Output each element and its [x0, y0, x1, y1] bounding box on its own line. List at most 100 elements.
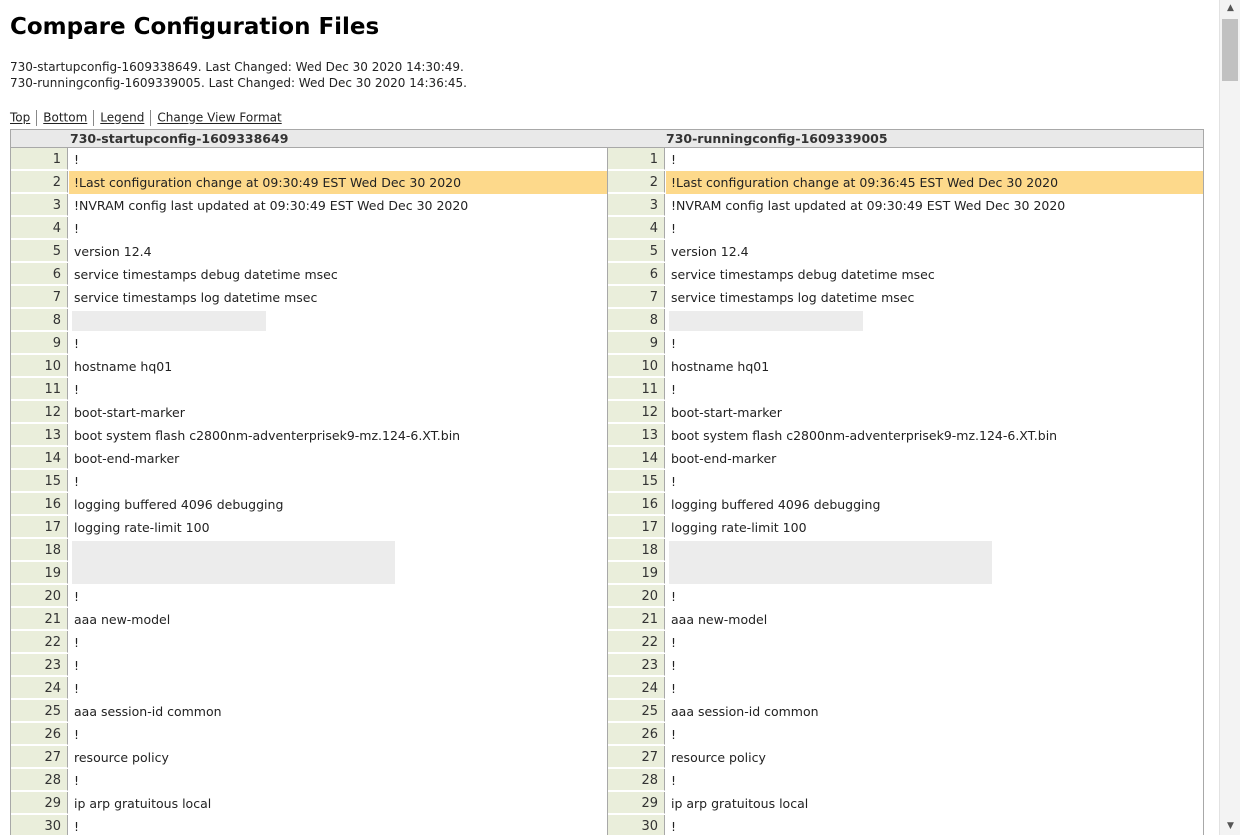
top-link[interactable]: Top	[10, 111, 30, 125]
redacted-block	[669, 311, 863, 331]
line-text: boot system flash c2800nm-adventerprisek…	[671, 428, 1058, 443]
vertical-scrollbar[interactable]: ▲ ▼	[1219, 0, 1240, 835]
line-text: resource policy	[74, 750, 169, 765]
line-text: !NVRAM config last updated at 09:30:49 E…	[671, 198, 1066, 213]
line-number: 23	[608, 654, 665, 676]
bottom-link[interactable]: Bottom	[43, 111, 87, 125]
diff-row: 28!	[11, 769, 607, 792]
line-text: service timestamps log datetime msec	[671, 290, 915, 305]
diff-row: 27 resource policy	[608, 746, 1203, 769]
diff-row: 23!	[11, 654, 607, 677]
diff-row: 27 resource policy	[11, 746, 607, 769]
diff-row: 10 hostname hq01	[608, 355, 1203, 378]
link-separator	[36, 110, 38, 126]
diff-row: 20!	[608, 585, 1203, 608]
diff-row: 21 aaa new-model	[11, 608, 607, 631]
line-number: 17	[608, 516, 665, 538]
line-text: !Last configuration change at 09:36:45 E…	[671, 175, 1059, 190]
line-text: !	[671, 221, 677, 236]
diff-row: 11!	[608, 378, 1203, 401]
line-text: !	[74, 773, 80, 788]
line-number: 2	[11, 171, 68, 193]
diff-row: 3 !NVRAM config last updated at 09:30:49 …	[11, 194, 607, 217]
line-number: 9	[608, 332, 665, 354]
line-number: 12	[608, 401, 665, 423]
line-text: boot-start-marker	[671, 405, 782, 420]
line-text: !	[74, 589, 80, 604]
diff-row: 1!	[11, 148, 607, 171]
line-text: !	[74, 819, 80, 834]
line-number: 1	[11, 148, 68, 170]
change-view-format-link[interactable]: Change View Format	[157, 111, 281, 125]
line-number: 5	[11, 240, 68, 262]
left-file-title: 730-startupconfig-1609338649	[70, 131, 289, 146]
right-file-meta: 730-runningconfig-1609339005. Last Chang…	[10, 76, 467, 90]
line-text: !	[671, 681, 677, 696]
line-text: aaa session-id common	[74, 704, 222, 719]
line-text: boot system flash c2800nm-adventerprisek…	[74, 428, 461, 443]
line-number: 16	[11, 493, 68, 515]
diff-row: 15!	[608, 470, 1203, 493]
diff-row: 22!	[11, 631, 607, 654]
diff-row: 13 boot system flash c2800nm-adventerpris…	[608, 424, 1203, 447]
diff-row: 25 aaa session-id common	[11, 700, 607, 723]
diff-row: 6 service timestamps debug datetime msec	[608, 263, 1203, 286]
diff-row: 13 boot system flash c2800nm-adventerpris…	[11, 424, 607, 447]
line-text: logging rate-limit 100	[74, 520, 210, 535]
diff-row: 10 hostname hq01	[11, 355, 607, 378]
diff-row: 6 service timestamps debug datetime msec	[11, 263, 607, 286]
line-text: service timestamps debug datetime msec	[671, 267, 935, 282]
line-text: !	[74, 382, 80, 397]
line-text: !	[74, 336, 80, 351]
line-text: boot-end-marker	[671, 451, 777, 466]
diff-row: 28!	[608, 769, 1203, 792]
line-text: aaa new-model	[74, 612, 171, 627]
scroll-down-icon[interactable]: ▼	[1220, 818, 1240, 835]
line-text: hostname hq01	[671, 359, 770, 374]
diff-row: 1!	[608, 148, 1203, 171]
right-file-title: 730-runningconfig-1609339005	[666, 131, 888, 146]
legend-link[interactable]: Legend	[100, 111, 144, 125]
line-number: 13	[11, 424, 68, 446]
line-text: !	[74, 727, 80, 742]
line-number: 14	[608, 447, 665, 469]
line-text: !	[671, 819, 677, 834]
line-number: 4	[11, 217, 68, 239]
diff-row: 24!	[608, 677, 1203, 700]
diff-row: 25 aaa session-id common	[608, 700, 1203, 723]
link-separator	[93, 110, 95, 126]
line-number: 18	[608, 539, 665, 561]
link-separator	[150, 110, 152, 126]
diff-row: 23!	[608, 654, 1203, 677]
line-number: 3	[608, 194, 665, 216]
line-text: !	[671, 336, 677, 351]
line-number: 5	[608, 240, 665, 262]
line-number: 6	[11, 263, 68, 285]
line-number: 21	[608, 608, 665, 630]
line-number: 27	[11, 746, 68, 768]
line-number: 20	[608, 585, 665, 607]
line-text: !	[74, 221, 80, 236]
line-number: 8	[11, 309, 68, 331]
redacted-block	[72, 541, 395, 584]
line-number: 11	[608, 378, 665, 400]
scrollbar-thumb[interactable]	[1222, 19, 1238, 81]
line-number: 30	[11, 815, 68, 835]
scroll-up-icon[interactable]: ▲	[1220, 0, 1240, 17]
diff-row: 7 service timestamps log datetime msec	[608, 286, 1203, 309]
line-number: 11	[11, 378, 68, 400]
diff-row: 14 boot-end-marker	[11, 447, 607, 470]
diff-row: 22!	[608, 631, 1203, 654]
line-text: hostname hq01	[74, 359, 173, 374]
line-text: !	[671, 589, 677, 604]
diff-row: 17 logging rate-limit 100	[608, 516, 1203, 539]
line-text: logging buffered 4096 debugging	[74, 497, 284, 512]
line-text: !	[74, 635, 80, 650]
line-text: ip arp gratuitous local	[671, 796, 809, 811]
line-text: !	[671, 635, 677, 650]
diff-row: 5 version 12.4	[11, 240, 607, 263]
line-number: 17	[11, 516, 68, 538]
line-text: !	[671, 382, 677, 397]
line-number: 13	[608, 424, 665, 446]
line-text: ip arp gratuitous local	[74, 796, 212, 811]
